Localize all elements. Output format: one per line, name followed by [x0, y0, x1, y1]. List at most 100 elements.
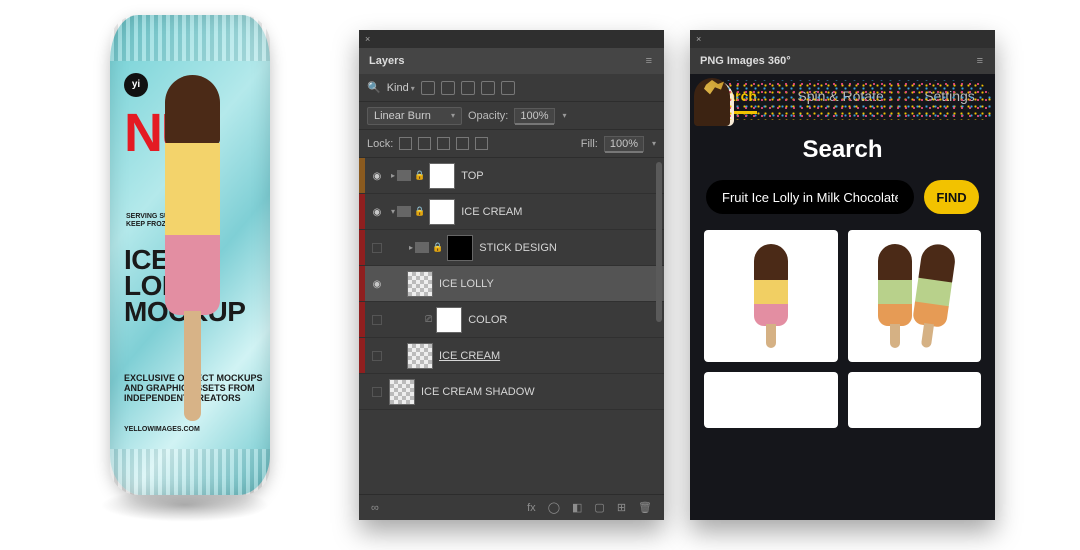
lock-image-icon[interactable]	[418, 137, 431, 150]
scrollbar[interactable]	[656, 162, 662, 322]
visibility-toggle[interactable]	[365, 278, 389, 290]
search-input[interactable]	[706, 180, 914, 214]
layer-name[interactable]: ICE CREAM	[461, 206, 522, 218]
visibility-toggle[interactable]	[372, 315, 382, 325]
lolly-icon	[754, 244, 788, 348]
kind-dropdown[interactable]: Kind▾	[387, 82, 415, 94]
folder-icon	[397, 170, 411, 181]
layer-thumbnail[interactable]	[429, 163, 455, 189]
visibility-toggle[interactable]	[365, 206, 389, 218]
filter-row: 🔍 Kind▾	[359, 74, 664, 102]
folder-icon	[397, 206, 411, 217]
layer-thumbnail[interactable]	[407, 343, 433, 369]
visibility-toggle[interactable]	[372, 351, 382, 361]
layer-thumbnail[interactable]	[447, 235, 473, 261]
opacity-input[interactable]: 100%	[514, 108, 554, 124]
disclosure-icon[interactable]: ▸	[391, 171, 395, 180]
adjustment-icon[interactable]: ◧	[572, 501, 582, 514]
layers-footer: ∞ fx ◯ ◧ ▢ ⊞ 🗑	[359, 494, 664, 520]
layers-body: 🔍 Kind▾ Linear Burn▾ Opacity: 100% ▾ Loc…	[359, 74, 664, 520]
chevron-down-icon: ▾	[451, 108, 455, 124]
filter-adjust-icon[interactable]	[441, 81, 455, 95]
lolly-stick	[184, 311, 201, 421]
layer-name[interactable]: STICK DESIGN	[479, 242, 557, 254]
panel-tabbar: PNG Images 360° ≡	[690, 48, 995, 74]
layer-thumbnail[interactable]	[436, 307, 462, 333]
result-card[interactable]	[704, 230, 838, 362]
result-card[interactable]	[704, 372, 838, 428]
blend-mode-dropdown[interactable]: Linear Burn ▾	[367, 107, 462, 125]
layer-name[interactable]: ICE LOLLY	[439, 278, 494, 290]
chevron-down-icon: ▾	[411, 84, 415, 93]
search-heading: Search	[690, 136, 995, 164]
panel-titlebar[interactable]: ×	[359, 30, 664, 48]
lock-artboard-icon[interactable]	[456, 137, 469, 150]
layer-row[interactable]: ICE CREAM SHADOW	[359, 374, 664, 410]
lock-transparent-icon[interactable]	[399, 137, 412, 150]
tab-layers[interactable]: Layers	[369, 55, 404, 67]
panel-menu-icon[interactable]: ≡	[646, 55, 654, 67]
lolly-icon	[909, 242, 957, 350]
layer-row[interactable]: ▸ 🔒 TOP	[359, 158, 664, 194]
layer-thumbnail[interactable]	[429, 199, 455, 225]
filter-shape-icon[interactable]	[481, 81, 495, 95]
chevron-down-icon[interactable]: ▾	[563, 111, 567, 120]
lock-icon: 🔒	[414, 170, 425, 181]
filter-smart-icon[interactable]	[501, 81, 515, 95]
png360-panel: × PNG Images 360° ≡ Search Spin & Rotate…	[690, 30, 995, 520]
kind-label: Kind	[387, 82, 409, 94]
layer-row[interactable]: ⎚ COLOR	[359, 302, 664, 338]
group-icon[interactable]: ▢	[594, 501, 604, 514]
blend-row: Linear Burn▾ Opacity: 100% ▾	[359, 102, 664, 130]
panel-menu-icon[interactable]: ≡	[977, 55, 985, 67]
package-seal-top	[110, 15, 270, 61]
filter-type-icon[interactable]	[461, 81, 475, 95]
results-grid	[704, 230, 981, 428]
filter-pixel-icon[interactable]	[421, 81, 435, 95]
lock-label: Lock:	[367, 138, 393, 150]
layer-row[interactable]: ICE CREAM	[359, 338, 664, 374]
layer-row[interactable]: ▾🔒ICE CREAM	[359, 194, 664, 230]
search-icon[interactable]: 🔍	[367, 81, 381, 94]
layer-list: ▸ 🔒 TOP ▾🔒ICE CREAM▸🔒STICK DESIGN ICE LOLLY ⎚…	[359, 158, 664, 410]
visibility-toggle[interactable]	[372, 387, 382, 397]
result-card[interactable]	[848, 372, 982, 428]
visibility-toggle[interactable]	[372, 243, 382, 253]
ice-lolly-illustration	[165, 75, 220, 435]
lock-position-icon[interactable]	[437, 137, 450, 150]
lock-all-icon[interactable]	[475, 137, 488, 150]
fill-input[interactable]: 100%	[604, 136, 644, 152]
folder-icon	[415, 242, 429, 253]
layer-name[interactable]: TOP	[461, 170, 483, 182]
layer-accent	[359, 302, 365, 337]
layer-thumbnail[interactable]	[407, 271, 433, 297]
layer-name[interactable]: ICE CREAM SHADOW	[421, 386, 535, 398]
layer-thumbnail[interactable]	[389, 379, 415, 405]
find-button[interactable]: FIND	[924, 180, 979, 214]
chevron-down-icon[interactable]: ▾	[652, 139, 656, 148]
close-icon[interactable]: ×	[696, 34, 701, 44]
trash-icon[interactable]: 🗑	[638, 501, 652, 514]
layer-name[interactable]: COLOR	[468, 314, 507, 326]
disclosure-icon[interactable]: ▸	[409, 243, 413, 252]
layer-row[interactable]: ▸🔒STICK DESIGN	[359, 230, 664, 266]
link-layers-icon[interactable]: ∞	[371, 502, 379, 514]
panel-titlebar[interactable]: ×	[690, 30, 995, 48]
result-card[interactable]	[848, 230, 982, 362]
close-icon[interactable]: ×	[365, 34, 370, 44]
new-layer-icon[interactable]: ⊞	[617, 501, 626, 514]
visibility-toggle[interactable]	[365, 170, 389, 182]
clip-icon: ⎚	[425, 314, 432, 325]
layer-accent	[359, 230, 365, 265]
panel-tabbar: Layers ≡	[359, 48, 664, 74]
blend-mode-value: Linear Burn	[374, 108, 431, 124]
fx-icon[interactable]: fx	[527, 502, 536, 514]
disclosure-icon[interactable]: ▾	[391, 207, 395, 216]
lolly-yellow	[165, 143, 220, 238]
layer-row[interactable]: ICE LOLLY	[359, 266, 664, 302]
brand-logo-badge: yi	[124, 73, 148, 97]
layer-name[interactable]: ICE CREAM	[439, 350, 500, 362]
mask-icon[interactable]: ◯	[548, 501, 560, 514]
package-seal-bottom	[110, 449, 270, 495]
plugin-body: Search Spin & Rotate Settings Search FIN…	[690, 74, 995, 520]
